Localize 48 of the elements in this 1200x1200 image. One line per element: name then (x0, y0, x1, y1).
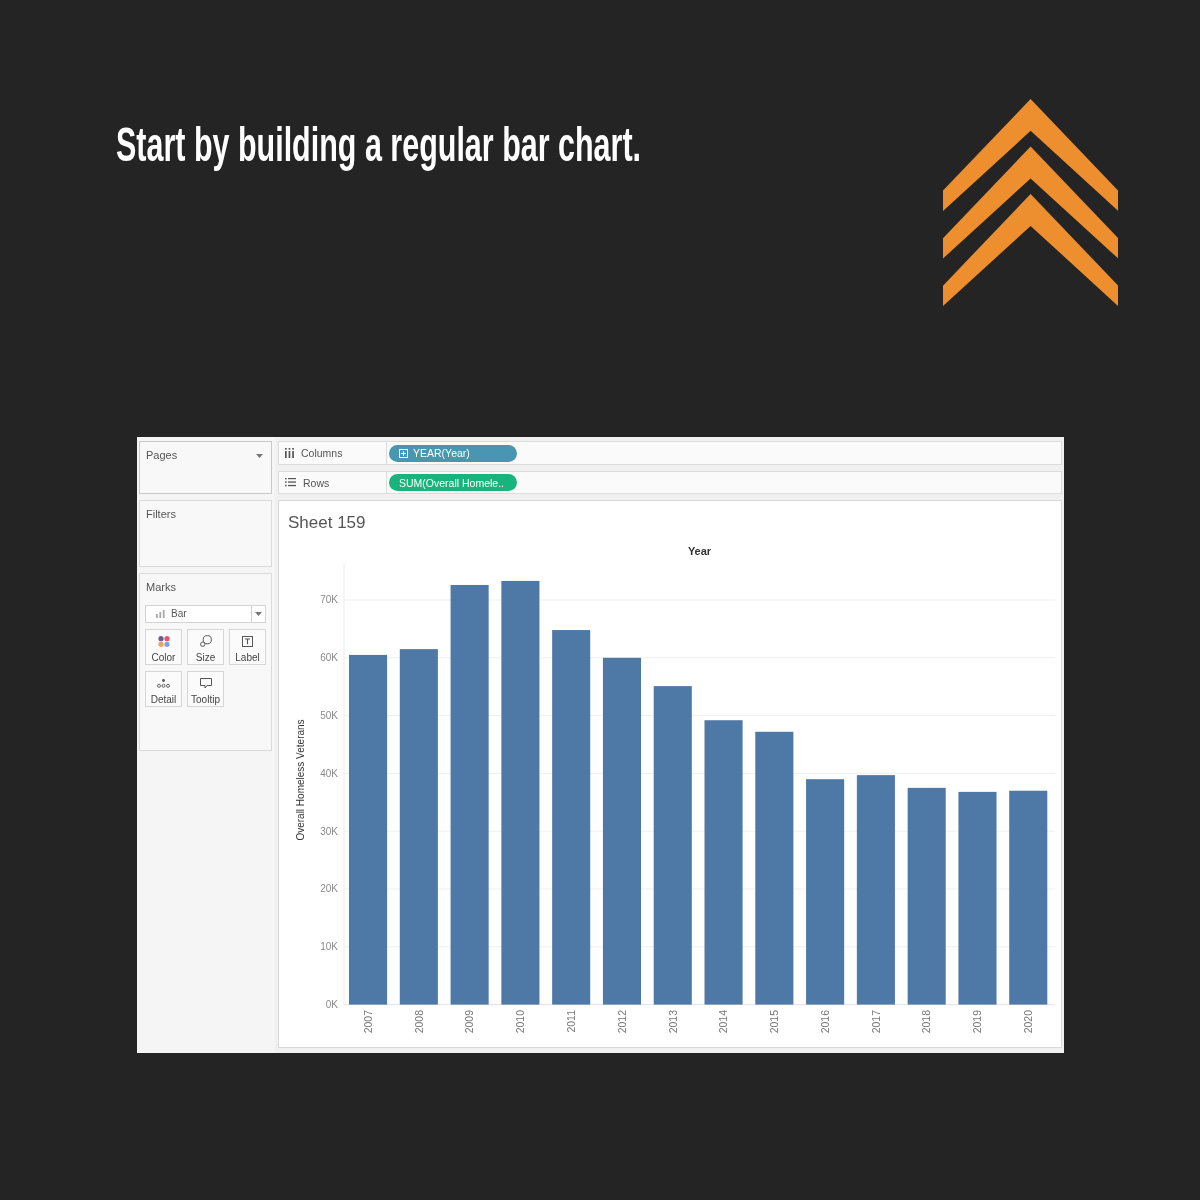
axis-title: Overall Homeless Veterans (294, 719, 306, 841)
axis-tick-label: 70K (320, 594, 338, 606)
card-title: Pages (146, 449, 178, 462)
axis-category-label: 2014 (717, 1010, 730, 1034)
axis-category-label: 2018 (920, 1010, 933, 1034)
shelf-label: Columns (301, 447, 343, 459)
axis-category-label: 2020 (1022, 1010, 1035, 1034)
axis-tick-label: 30K (320, 825, 338, 837)
vertical-bars-icon (285, 448, 294, 458)
axis-tick-label: 50K (320, 710, 338, 722)
shelf-label: Rows (303, 476, 330, 489)
axis-category-label: 2015 (768, 1010, 781, 1034)
plus-box-icon[interactable] (399, 448, 408, 458)
label-button[interactable]: Label (229, 629, 266, 665)
axis-category-label: 2009 (463, 1010, 476, 1034)
mark-type-dropdown[interactable]: Bar (145, 605, 266, 623)
axis-tick-label: 20K (320, 883, 338, 895)
headline: Start by building a regular bar chart. (116, 121, 642, 169)
dots-icon (157, 678, 170, 688)
axis-category-label: 2007 (361, 1010, 374, 1034)
axis-tick-label: 40K (320, 767, 338, 779)
detail-button[interactable]: Detail (145, 671, 182, 707)
axis-category-label: 2008 (412, 1010, 425, 1034)
axis-tick-label: 0K (325, 999, 338, 1011)
caret-icon (255, 612, 262, 616)
axis-category-label: 2019 (971, 1010, 984, 1034)
sheet-title: Sheet 159 (288, 513, 366, 533)
color-dots-icon (157, 635, 170, 647)
axis-tick-label: 10K (320, 941, 338, 953)
axis-category-label: 2010 (514, 1010, 527, 1034)
tooltip-button[interactable]: Tooltip (187, 671, 224, 707)
axis-category-label: 2012 (615, 1010, 628, 1034)
color-button[interactable]: Color (145, 629, 182, 665)
caret-icon[interactable] (256, 453, 263, 458)
list-icon (285, 478, 296, 487)
axis-category-label: 2011 (564, 1010, 577, 1033)
card-title: Marks (146, 581, 176, 594)
text-box-icon (242, 635, 253, 647)
axis-category-label: 2016 (818, 1010, 831, 1034)
card-title: Filters (146, 508, 176, 521)
axis-tick-label: 60K (320, 652, 338, 664)
axis-category-label: 2013 (666, 1010, 679, 1034)
axis-title: Year (687, 545, 712, 557)
bar-chart-icon (156, 610, 165, 618)
circles-icon (199, 635, 212, 647)
speech-bubble-icon (199, 677, 212, 689)
size-button[interactable]: Size (187, 629, 224, 665)
axis-category-label: 2017 (869, 1010, 882, 1034)
